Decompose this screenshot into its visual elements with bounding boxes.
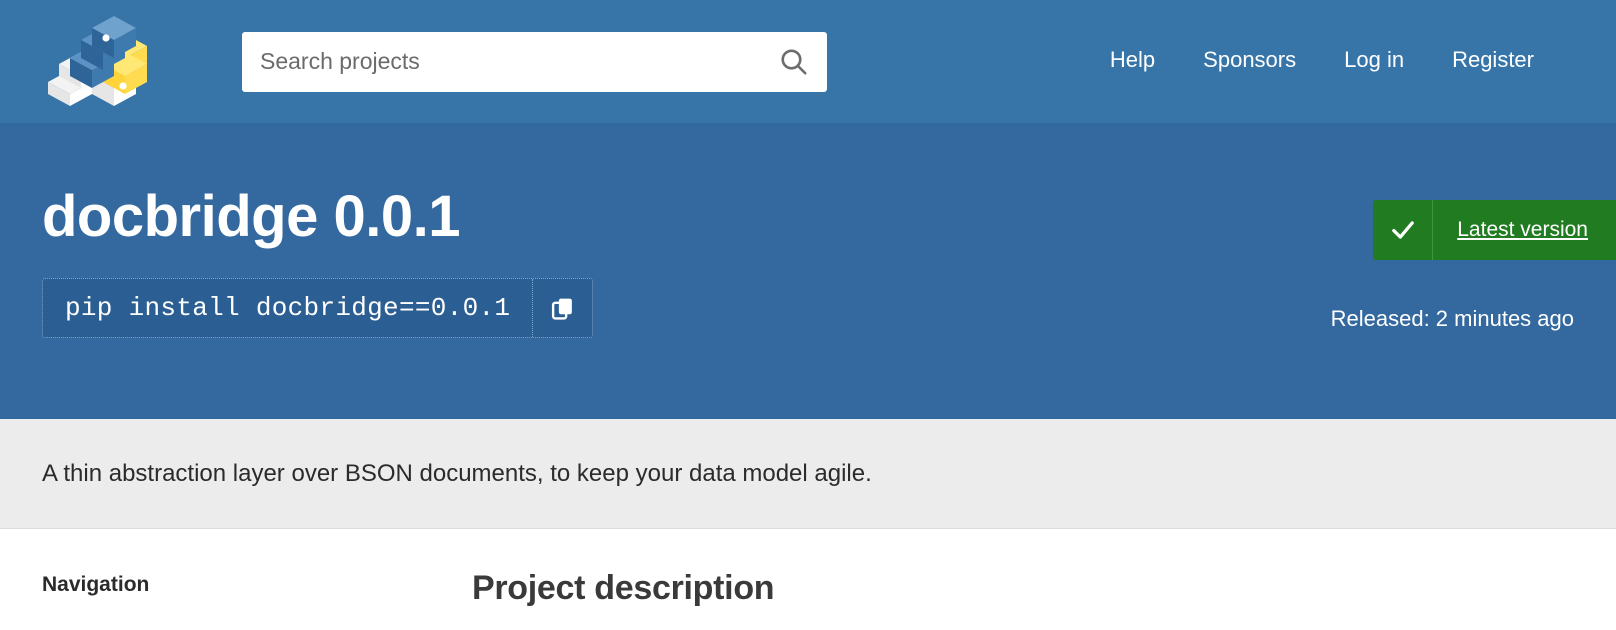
copy-icon <box>550 296 575 321</box>
nav-link-sponsors[interactable]: Sponsors <box>1179 41 1320 79</box>
content-area: Navigation Project description <box>0 529 1616 630</box>
navigation-heading: Navigation <box>42 573 150 596</box>
project-description-heading: Project description <box>472 569 775 607</box>
project-banner-inner: docbridge 0.0.1 pip install docbridge==0… <box>42 123 1616 419</box>
nav-link-login[interactable]: Log in <box>1320 41 1428 79</box>
check-icon <box>1373 200 1434 260</box>
search-input[interactable] <box>242 31 827 92</box>
search-form <box>242 31 827 92</box>
pip-install-box: pip install docbridge==0.0.1 <box>42 278 594 338</box>
project-banner: docbridge 0.0.1 pip install docbridge==0… <box>0 123 1616 419</box>
pip-install-command: pip install docbridge==0.0.1 <box>65 293 511 323</box>
project-summary-strip: A thin abstraction layer over BSON docum… <box>0 419 1616 529</box>
navigation-column: Navigation <box>42 529 472 597</box>
nav-link-register[interactable]: Register <box>1428 41 1558 79</box>
page-title: docbridge 0.0.1 <box>42 184 460 249</box>
description-column: Project description <box>472 529 1574 608</box>
site-header: Help Sponsors Log in Register <box>0 0 1616 123</box>
main-nav: Help Sponsors Log in Register <box>1086 41 1558 79</box>
status-badge[interactable]: Latest version <box>1373 200 1616 260</box>
nav-link-help[interactable]: Help <box>1086 41 1179 79</box>
project-summary: A thin abstraction layer over BSON docum… <box>42 459 872 487</box>
released-date: Released: 2 minutes ago <box>1330 306 1574 331</box>
latest-version-link[interactable]: Latest version <box>1433 200 1616 260</box>
pypi-logo[interactable] <box>42 16 150 111</box>
copy-button[interactable] <box>532 279 592 337</box>
